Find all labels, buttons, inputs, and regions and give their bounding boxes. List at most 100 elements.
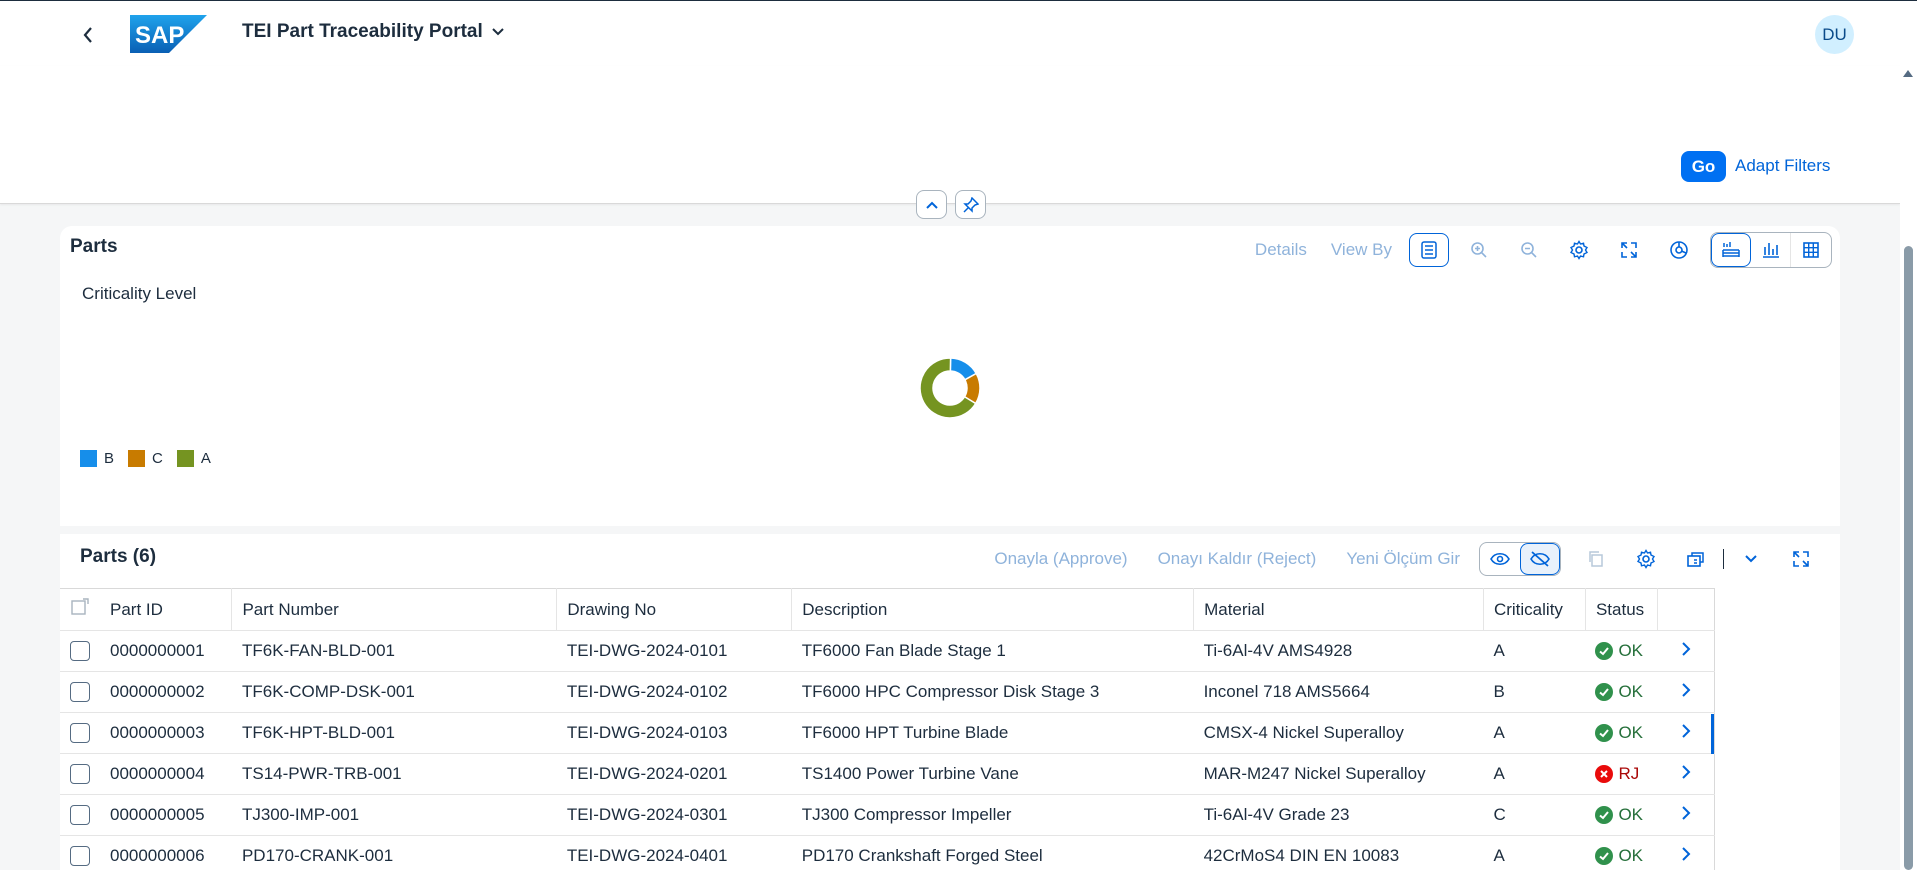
page-scrollbar[interactable]: [1900, 66, 1917, 870]
go-button[interactable]: Go: [1681, 151, 1726, 182]
criticality-donut-chart: [919, 357, 981, 419]
reject-button[interactable]: Onayı Kaldır (Reject): [1158, 549, 1317, 569]
zoom-in-button[interactable]: [1459, 233, 1499, 267]
column-header-status[interactable]: Status: [1585, 588, 1658, 631]
column-header-part-id[interactable]: Part ID: [99, 588, 233, 631]
column-header-material[interactable]: Material: [1193, 588, 1484, 631]
avatar-initials: DU: [1822, 24, 1847, 44]
zoom-out-button[interactable]: [1509, 233, 1549, 267]
cell-status: OK: [1585, 671, 1658, 713]
view-switch: [1710, 232, 1832, 268]
success-icon: [1595, 806, 1614, 824]
cell-material: Inconel 718 AMS5664: [1193, 671, 1484, 713]
cell-status: OK: [1585, 835, 1658, 870]
legend-item-c[interactable]: C: [128, 450, 163, 467]
cell-navigation[interactable]: [1657, 712, 1716, 754]
approve-button[interactable]: Onayla (Approve): [994, 549, 1127, 569]
table-view-button[interactable]: [1791, 233, 1831, 267]
success-icon: [1595, 847, 1614, 865]
cell-criticality: C: [1483, 794, 1586, 836]
column-header-criticality[interactable]: Criticality: [1483, 588, 1586, 631]
row-checkbox[interactable]: [70, 723, 90, 744]
table-row[interactable]: 0000000005 TJ300-IMP-001 TEI-DWG-2024-03…: [60, 794, 1716, 836]
legend-swatch: [80, 450, 97, 467]
cell-navigation[interactable]: [1657, 794, 1716, 836]
legend-toggle-button[interactable]: [1409, 233, 1449, 267]
export-menu-button[interactable]: [1731, 542, 1771, 576]
cell-part-number: TF6K-COMP-DSK-001: [231, 671, 557, 713]
status-text: OK: [1618, 723, 1644, 742]
svg-text:SAP: SAP: [135, 22, 184, 49]
app-title-menu[interactable]: TEI Part Traceability Portal: [242, 21, 505, 43]
chevron-right-icon: [1682, 641, 1691, 656]
scroll-thumb[interactable]: [1904, 246, 1913, 870]
row-checkbox[interactable]: [70, 846, 90, 867]
bar-chart-icon: [1762, 243, 1779, 258]
legend-item-b[interactable]: B: [80, 450, 114, 467]
status-text: OK: [1618, 805, 1644, 824]
show-button[interactable]: [1480, 543, 1520, 575]
cell-material: 42CrMoS4 DIN EN 10083: [1193, 835, 1484, 870]
chart-view-button[interactable]: [1751, 233, 1791, 267]
hide-button[interactable]: [1520, 543, 1560, 575]
table-header-row: Part ID Part Number Drawing No Descripti…: [60, 588, 1716, 631]
table-settings-button[interactable]: [1626, 542, 1666, 576]
row-checkbox[interactable]: [70, 764, 90, 785]
select-all-header[interactable]: [60, 588, 100, 631]
status-text: RJ: [1618, 764, 1640, 783]
row-checkbox[interactable]: [70, 641, 90, 662]
cell-drawing-no: TEI-DWG-2024-0101: [556, 630, 792, 672]
fullscreen-button[interactable]: [1609, 233, 1649, 267]
cell-navigation[interactable]: [1657, 630, 1716, 672]
chevron-right-icon: [1682, 682, 1691, 697]
export-button[interactable]: [1676, 542, 1716, 576]
legend-item-a[interactable]: A: [176, 450, 211, 467]
cell-part-number: TF6K-FAN-BLD-001: [231, 630, 557, 672]
back-button[interactable]: [74, 21, 102, 49]
table-row[interactable]: 0000000006 PD170-CRANK-001 TEI-DWG-2024-…: [60, 835, 1716, 870]
chart-type-button[interactable]: [1659, 233, 1699, 267]
table-row[interactable]: 0000000003 TF6K-HPT-BLD-001 TEI-DWG-2024…: [60, 712, 1716, 754]
cell-part-number: TF6K-HPT-BLD-001: [231, 712, 557, 754]
details-button[interactable]: Details: [1255, 240, 1307, 260]
copy-button[interactable]: [1576, 542, 1616, 576]
error-icon: [1595, 765, 1614, 783]
chart-and-table-view-button[interactable]: [1711, 233, 1751, 267]
row-checkbox[interactable]: [70, 682, 90, 703]
column-header-drawing-no[interactable]: Drawing No: [556, 588, 793, 631]
eye-off-icon: [1530, 551, 1550, 567]
column-header-description[interactable]: Description: [791, 588, 1195, 631]
legend-swatch: [128, 450, 146, 467]
cell-description: TF6000 Fan Blade Stage 1: [791, 630, 1194, 672]
gear-icon: [1637, 549, 1655, 569]
eye-icon: [1490, 552, 1510, 566]
user-avatar[interactable]: DU: [1815, 15, 1854, 54]
scroll-up-arrow[interactable]: [1903, 70, 1913, 77]
cell-material: CMSX-4 Nickel Superalloy: [1193, 712, 1484, 754]
table-row[interactable]: 0000000001 TF6K-FAN-BLD-001 TEI-DWG-2024…: [60, 630, 1716, 672]
column-header-part-number[interactable]: Part Number: [231, 588, 558, 631]
cell-criticality: B: [1483, 671, 1586, 713]
table-row[interactable]: 0000000002 TF6K-COMP-DSK-001 TEI-DWG-202…: [60, 671, 1716, 713]
cell-navigation[interactable]: [1657, 753, 1716, 795]
row-checkbox[interactable]: [70, 805, 90, 826]
view-by-button[interactable]: View By: [1331, 240, 1392, 260]
cell-navigation[interactable]: [1657, 671, 1716, 713]
new-measurement-button[interactable]: Yeni Ölçüm Gir: [1346, 549, 1460, 569]
pin-header-button[interactable]: [955, 190, 986, 219]
chevron-right-icon: [1682, 723, 1691, 738]
shell-bar: SAP TEI Part Traceability Portal DU: [0, 0, 1917, 66]
cell-navigation[interactable]: [1657, 835, 1716, 870]
table-row[interactable]: 0000000004 TS14-PWR-TRB-001 TEI-DWG-2024…: [60, 753, 1716, 795]
cell-description: TF6000 HPT Turbine Blade: [791, 712, 1194, 754]
cell-material: Ti-6Al-4V AMS4928: [1193, 630, 1484, 672]
adapt-filters-button[interactable]: Adapt Filters: [1735, 156, 1830, 176]
pin-icon: [962, 196, 979, 213]
chart-settings-button[interactable]: [1559, 233, 1599, 267]
cell-status: OK: [1585, 794, 1658, 836]
table-fullscreen-button[interactable]: [1781, 542, 1821, 576]
collapse-header-button[interactable]: [916, 190, 947, 219]
chevron-up-icon: [925, 201, 938, 209]
parts-table: Part ID Part Number Drawing No Descripti…: [60, 588, 1716, 870]
cell-drawing-no: TEI-DWG-2024-0301: [556, 794, 792, 836]
